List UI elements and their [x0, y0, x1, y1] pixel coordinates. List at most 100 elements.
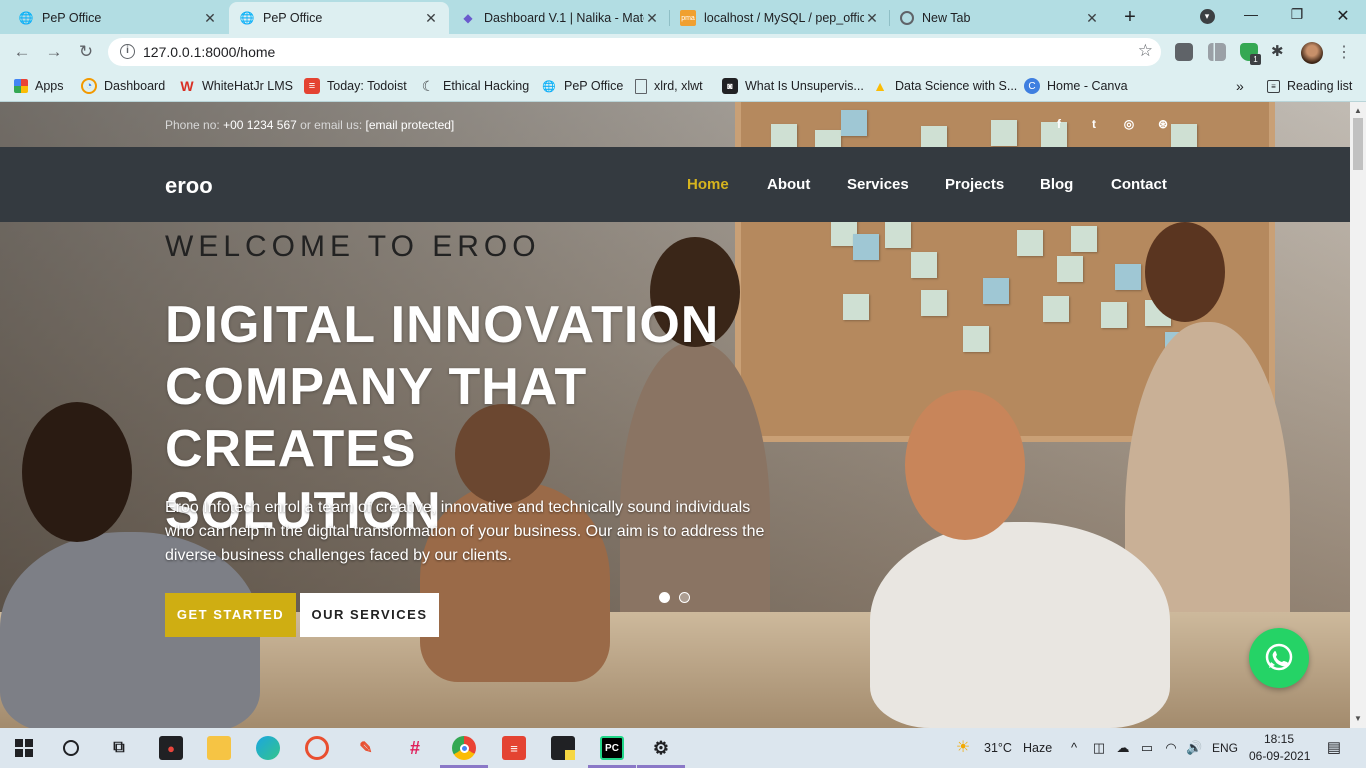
puzzle-extensions-icon[interactable]: ✱	[1271, 43, 1289, 61]
address-bar[interactable]: i 127.0.0.1:8000/home ☆	[108, 38, 1161, 66]
tab-close-icon[interactable]: ✕	[864, 10, 880, 27]
browser-tab-5[interactable]: New Tab ✕	[890, 2, 1110, 34]
ethical-hacking-icon: ☾	[421, 77, 435, 94]
nav-about[interactable]: About	[767, 176, 810, 193]
whatsapp-chat-button[interactable]	[1249, 628, 1309, 688]
bookmark-ethical-hacking[interactable]: ☾ Ethical Hacking	[420, 77, 529, 95]
browser-tab-2[interactable]: 🌐 PeP Office ✕	[229, 2, 449, 34]
weather-temp[interactable]: 31°C	[984, 741, 1012, 755]
browser-tab-4[interactable]: pma localhost / MySQL / pep_offic ✕	[670, 2, 890, 34]
page-scrollbar[interactable]: ▲ ▼	[1350, 102, 1366, 728]
bookmarks-overflow-button[interactable]: »	[1236, 77, 1244, 95]
clock-time[interactable]: 18:15	[1264, 732, 1294, 746]
globe-icon: 🌐	[18, 11, 34, 25]
tab-close-icon[interactable]: ✕	[202, 10, 218, 27]
tab-close-icon[interactable]: ✕	[423, 10, 439, 27]
file-explorer-icon[interactable]	[207, 736, 231, 760]
tab-title: localhost / MySQL / pep_offic	[704, 11, 864, 25]
nav-services[interactable]: Services	[847, 176, 909, 193]
analytics-extension-icon[interactable]	[1208, 43, 1226, 61]
apps-grid-icon	[14, 79, 28, 93]
our-services-button[interactable]: OUR SERVICES	[300, 593, 439, 637]
settings-gear-icon[interactable]: ⚙	[649, 736, 673, 760]
pycharm-icon[interactable]: PC	[600, 736, 624, 760]
language-indicator[interactable]: ENG	[1212, 741, 1238, 755]
phone-number[interactable]: +00 1234 567	[223, 118, 297, 132]
minimize-icon[interactable]: —	[1236, 6, 1266, 22]
reload-icon[interactable]: ↻	[76, 42, 96, 62]
reading-list-label: Reading list	[1287, 79, 1353, 93]
bookmark-unsupervised[interactable]: ◙ What Is Unsupervis...	[722, 77, 864, 95]
bookmark-label: Data Science with S...	[895, 79, 1018, 93]
search-icon[interactable]	[59, 736, 83, 760]
slack-icon[interactable]: #	[403, 736, 427, 760]
bookmark-canva[interactable]: C Home - Canva	[1024, 77, 1128, 95]
bookmark-xlrd[interactable]: xlrd, xlwt	[635, 77, 703, 95]
bookmark-star-icon[interactable]: ☆	[1138, 41, 1153, 61]
browser-tab-3[interactable]: ◆ Dashboard V.1 | Nalika - Mate ✕	[450, 2, 670, 34]
browser-app-icon[interactable]	[305, 736, 329, 760]
carousel-dot-1[interactable]	[659, 592, 670, 603]
scroll-down-icon[interactable]: ▼	[1354, 714, 1362, 723]
dribbble-icon[interactable]: ⊛	[1155, 116, 1171, 132]
instagram-icon[interactable]: ◎	[1121, 116, 1137, 132]
site-info-icon[interactable]: i	[120, 44, 135, 59]
bookmarks-bar: Apps ◔ Dashboard W WhiteHatJr LMS ≡ Toda…	[0, 70, 1366, 102]
tab-title: Dashboard V.1 | Nalika - Mate	[484, 11, 644, 25]
reading-list-button[interactable]: ≡ Reading list	[1267, 77, 1352, 95]
forward-icon[interactable]: →	[44, 42, 64, 62]
chrome-taskbar-icon[interactable]	[452, 736, 476, 760]
or-text: or	[300, 118, 311, 132]
url-text[interactable]: 127.0.0.1:8000/home	[143, 44, 275, 60]
windows-start-icon[interactable]	[12, 736, 36, 760]
restore-icon[interactable]: ❐	[1282, 6, 1312, 23]
meet-now-icon[interactable]: ◫	[1091, 740, 1107, 756]
tab-search-icon[interactable]: ▾	[1192, 6, 1222, 24]
tab-close-icon[interactable]: ✕	[644, 10, 660, 27]
get-started-button[interactable]: GET STARTED	[165, 593, 296, 637]
sticky-notes-icon[interactable]	[551, 736, 575, 760]
bookmark-todoist[interactable]: ≡ Today: Todoist	[304, 77, 407, 95]
site-logo[interactable]: eroo	[165, 173, 213, 199]
weather-haze-icon[interactable]: ☀	[955, 740, 971, 756]
bookmark-apps[interactable]: Apps	[14, 77, 64, 95]
volume-icon[interactable]: 🔊	[1186, 740, 1202, 756]
twitter-icon[interactable]: t	[1086, 116, 1102, 132]
nav-blog[interactable]: Blog	[1040, 176, 1073, 193]
battery-icon[interactable]: ▭	[1139, 740, 1155, 756]
nav-contact[interactable]: Contact	[1111, 176, 1167, 193]
carousel-dot-2[interactable]	[679, 592, 690, 603]
bookmark-dashboard[interactable]: ◔ Dashboard	[81, 77, 165, 95]
nalika-icon: ◆	[463, 11, 473, 25]
nav-home[interactable]: Home	[687, 176, 729, 193]
weather-desc[interactable]: Haze	[1023, 741, 1052, 755]
contact-info: Phone no: +00 1234 567 or email us: [ema…	[165, 118, 454, 132]
edge-icon[interactable]	[256, 736, 280, 760]
paint-icon[interactable]: ✎	[354, 736, 378, 760]
bookmark-whitehatjr[interactable]: W WhiteHatJr LMS	[179, 77, 293, 95]
task-view-icon[interactable]: ⧉	[107, 736, 131, 760]
tab-close-icon[interactable]: ✕	[1084, 10, 1100, 27]
facebook-icon[interactable]: f	[1051, 116, 1067, 132]
new-tab-button[interactable]: +	[1119, 6, 1141, 28]
chevron-up-icon[interactable]: ^	[1066, 740, 1082, 756]
bookmark-pep-office[interactable]: 🌐 PeP Office	[541, 77, 623, 95]
back-icon[interactable]: ←	[12, 42, 32, 62]
email-link[interactable]: [email protected]	[366, 118, 455, 132]
scroll-thumb[interactable]	[1353, 118, 1363, 170]
screen-recorder-icon[interactable]: ●	[159, 736, 183, 760]
todoist-taskbar-icon[interactable]: ≡	[502, 736, 526, 760]
scroll-up-icon[interactable]: ▲	[1354, 106, 1362, 115]
onedrive-icon[interactable]: ☁	[1115, 740, 1131, 756]
browser-tab-1[interactable]: 🌐 PeP Office ✕	[8, 2, 228, 34]
notification-center-icon[interactable]: ▤	[1326, 740, 1342, 756]
chrome-menu-icon[interactable]: ⋮	[1336, 42, 1352, 62]
clock-date[interactable]: 06-09-2021	[1249, 749, 1310, 763]
wifi-icon[interactable]: ◠	[1163, 740, 1179, 756]
bookmark-data-science[interactable]: ▲ Data Science with S...	[872, 77, 1017, 95]
profile-avatar[interactable]	[1301, 42, 1323, 64]
bookmark-label: Ethical Hacking	[443, 79, 530, 93]
extension-icon[interactable]	[1175, 43, 1193, 61]
window-close-icon[interactable]: ✕	[1328, 6, 1358, 26]
nav-projects[interactable]: Projects	[945, 176, 1004, 193]
